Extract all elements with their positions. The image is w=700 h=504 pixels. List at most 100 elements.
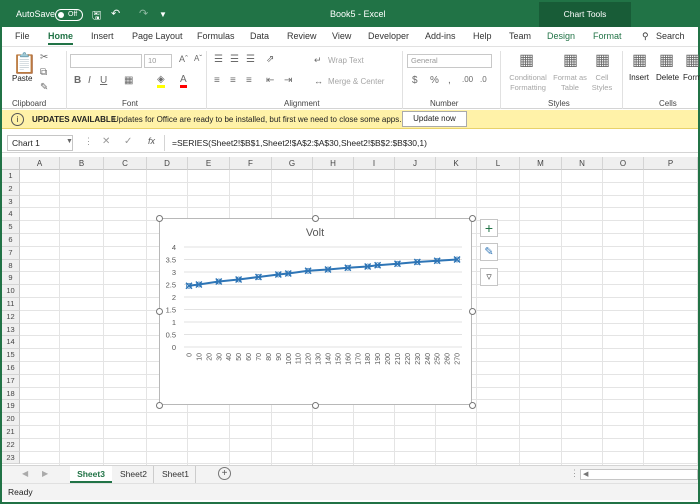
italic-icon[interactable]: I (88, 75, 91, 86)
chart-area[interactable]: Volt 0 0.5 1 1.5 2 2.5 3 3.5 4 0 10 20 30 40 50 60 70 80… (159, 218, 472, 405)
row-header-2[interactable]: 2 (2, 182, 20, 196)
row-header-8[interactable]: 8 (2, 259, 20, 273)
tab-insert[interactable]: Insert (91, 31, 114, 41)
column-header-h[interactable]: H (313, 157, 354, 170)
merge-center-button[interactable]: Merge & Center (328, 77, 384, 86)
row-header-20[interactable]: 20 (2, 413, 20, 426)
formula-input[interactable]: =SERIES(Sheet2!$B$1,Sheet2!$A$2:$A$30,Sh… (172, 138, 427, 148)
column-header-b[interactable]: B (60, 157, 104, 170)
shrink-font-icon[interactable]: Aˇ (194, 54, 202, 63)
insert-cells-icon[interactable]: ▦ (632, 50, 647, 70)
chart-resize-handle-bl[interactable] (156, 402, 163, 409)
chart-resize-handle-b[interactable] (312, 402, 319, 409)
tab-team[interactable]: Team (509, 31, 531, 41)
row-header-21[interactable]: 21 (2, 426, 20, 439)
borders-icon[interactable]: ▦ (124, 75, 133, 86)
insert-cells-button[interactable]: Insert (629, 73, 649, 82)
autosave-toggle[interactable]: Off (55, 9, 83, 21)
data-point-marker[interactable] (304, 267, 312, 275)
row-header-18[interactable]: 18 (2, 387, 20, 401)
row-header-1[interactable]: 1 (2, 170, 20, 183)
tab-file[interactable]: File (15, 31, 30, 41)
row-header-4[interactable]: 4 (2, 208, 20, 222)
wrap-text-icon[interactable]: ↵ (314, 55, 322, 66)
format-cells-button[interactable]: Form (683, 73, 700, 82)
bold-icon[interactable]: B (74, 75, 81, 86)
sheet-tab-sheet2[interactable]: Sheet2 (114, 466, 154, 483)
increase-decimal-icon[interactable]: .00 (462, 75, 473, 84)
name-box[interactable]: Chart 1 (7, 135, 73, 151)
decrease-indent-icon[interactable]: ⇤ (266, 75, 274, 86)
data-point-marker[interactable] (215, 278, 223, 285)
format-as-table-line2[interactable]: Table (550, 83, 590, 92)
paste-icon[interactable]: 📋 (12, 51, 37, 76)
row-header-5[interactable]: 5 (2, 221, 20, 234)
column-header-f[interactable]: F (230, 157, 272, 170)
tab-view[interactable]: View (332, 31, 351, 41)
increase-indent-icon[interactable]: ⇥ (284, 75, 292, 86)
top-align-icon[interactable]: ☰ (214, 54, 223, 65)
conditional-formatting-icon[interactable]: ▦ (519, 50, 534, 70)
column-header-o[interactable]: O (603, 157, 644, 170)
column-header-c[interactable]: C (104, 157, 147, 170)
row-header-3[interactable]: 3 (2, 195, 20, 209)
data-point-marker[interactable] (284, 270, 292, 277)
select-all-corner[interactable] (2, 157, 20, 170)
tab-add-ins[interactable]: Add-ins (425, 31, 456, 41)
format-cells-icon[interactable]: ▦ (685, 50, 700, 70)
middle-align-icon[interactable]: ☰ (230, 54, 239, 65)
customize-qat-icon[interactable]: ▼ (159, 10, 167, 19)
copy-icon[interactable]: ⧉ (40, 67, 47, 78)
row-header-12[interactable]: 12 (2, 310, 20, 324)
tab-page-layout[interactable]: Page Layout (132, 31, 183, 41)
tab-help[interactable]: Help (473, 31, 492, 41)
data-point-marker[interactable] (195, 281, 203, 288)
undo-icon[interactable]: ↶ (111, 7, 120, 20)
split-handle-icon[interactable]: ⋮ (570, 468, 579, 479)
data-point-marker[interactable] (453, 256, 461, 263)
grow-font-icon[interactable]: Aˆ (179, 54, 188, 64)
row-header-11[interactable]: 11 (2, 298, 20, 311)
row-header-7[interactable]: 7 (2, 246, 20, 260)
row-header-14[interactable]: 14 (2, 336, 20, 350)
row-header-19[interactable]: 19 (2, 400, 20, 414)
format-as-table-icon[interactable]: ▦ (563, 50, 578, 70)
save-icon[interactable]: 🖫 (92, 7, 101, 26)
align-right-icon[interactable]: ≡ (246, 75, 252, 86)
more-icon[interactable]: ⋮ (84, 136, 93, 147)
data-point-marker[interactable] (433, 257, 441, 265)
align-center-icon[interactable]: ≡ (230, 75, 236, 86)
paste-button[interactable]: Paste (12, 74, 32, 83)
orientation-icon[interactable]: ⇗ (266, 54, 274, 65)
number-format-box[interactable]: General (407, 54, 492, 68)
row-header-13[interactable]: 13 (2, 323, 20, 337)
chart-resize-handle-l[interactable] (156, 308, 163, 315)
scroll-right-icon[interactable]: ▶ (42, 469, 48, 478)
data-point-marker[interactable] (374, 261, 382, 269)
cut-icon[interactable]: ✂ (40, 52, 48, 63)
column-header-m[interactable]: M (520, 157, 562, 170)
chart-resize-handle-tr[interactable] (469, 215, 476, 222)
format-painter-icon[interactable]: ✎ (40, 82, 48, 93)
row-header-23[interactable]: 23 (2, 451, 20, 465)
chart-filters-funnel-icon[interactable]: ▿ (480, 268, 498, 286)
cancel-icon[interactable]: ✕ (102, 136, 110, 147)
tab-format[interactable]: Format (593, 31, 622, 41)
column-header-g[interactable]: G (272, 157, 313, 170)
column-header-i[interactable]: I (354, 157, 395, 170)
row-header-16[interactable]: 16 (2, 362, 20, 375)
scrollbar-left-arrow-icon[interactable]: ◀ (583, 470, 588, 478)
conditional-formatting-line2[interactable]: Formatting (506, 83, 550, 92)
delete-cells-icon[interactable]: ▦ (659, 50, 674, 70)
row-header-15[interactable]: 15 (2, 349, 20, 362)
horizontal-scrollbar[interactable]: ◀ (580, 469, 698, 480)
comma-icon[interactable]: , (448, 75, 451, 86)
currency-icon[interactable]: $ (412, 75, 418, 86)
column-header-k[interactable]: K (436, 157, 477, 170)
chart-title[interactable]: Volt (306, 227, 324, 239)
percent-icon[interactable]: % (430, 75, 439, 86)
column-header-e[interactable]: E (188, 157, 230, 170)
align-left-icon[interactable]: ≡ (214, 75, 220, 86)
wrap-text-button[interactable]: Wrap Text (328, 56, 364, 65)
tab-developer[interactable]: Developer (368, 31, 409, 41)
